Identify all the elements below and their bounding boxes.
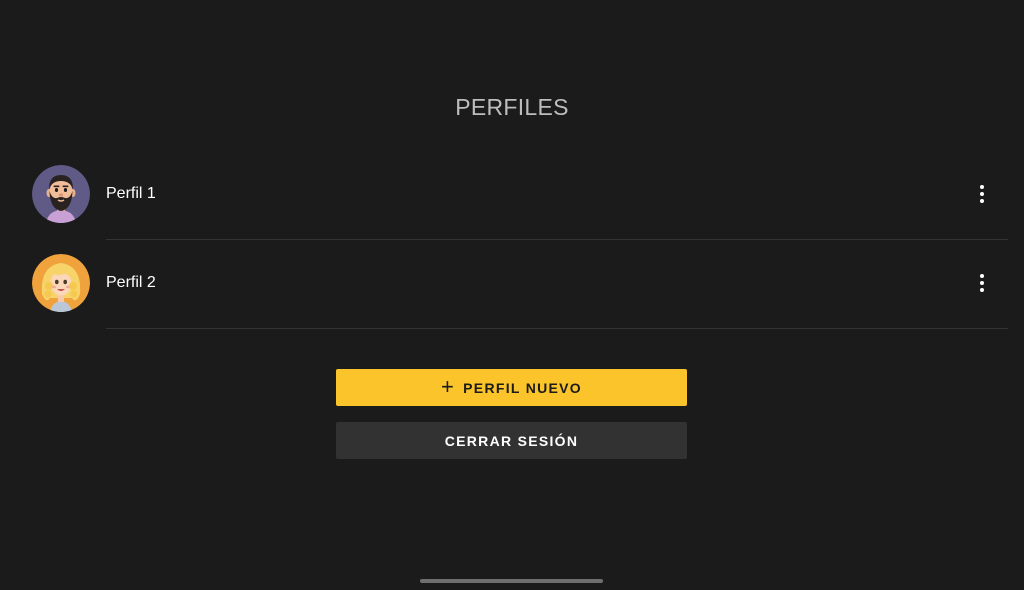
profile-row[interactable]: Perfil 1 [0,150,1024,240]
profiles-screen: PERFILES Perfil 1 Perfil 2 + PERFIL NUEV… [0,0,1024,590]
profile-name: Perfil 1 [106,185,156,202]
profile-row[interactable]: Perfil 2 [0,239,1024,329]
page-title: PERFILES [455,94,569,120]
logout-label: CERRAR SESIÓN [444,432,579,449]
bearded-man-avatar[interactable] [32,165,90,223]
blonde-woman-avatar[interactable] [32,254,90,312]
divider [106,328,1008,329]
logout-button[interactable]: CERRAR SESIÓN [336,422,687,459]
more-options-icon[interactable] [968,178,996,210]
home-indicator[interactable] [420,579,603,583]
plus-icon: + [441,373,456,399]
profile-name: Perfil 2 [106,274,156,291]
new-profile-label: PERFIL NUEVO [463,379,582,396]
more-options-icon[interactable] [968,267,996,299]
new-profile-button[interactable]: + PERFIL NUEVO [336,369,687,406]
